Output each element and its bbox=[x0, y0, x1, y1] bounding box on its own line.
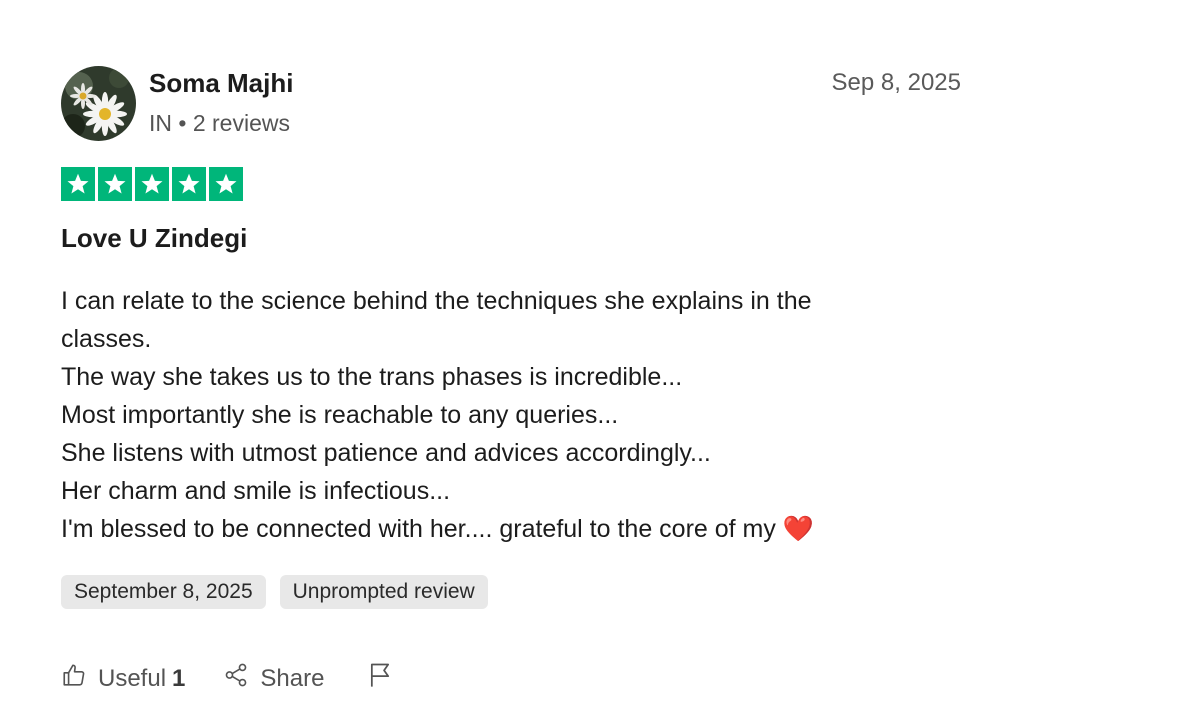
avatar[interactable] bbox=[61, 66, 136, 141]
review-body-line: I'm blessed to be connected with her....… bbox=[61, 515, 814, 543]
star-icon bbox=[98, 167, 132, 201]
report-button[interactable] bbox=[366, 661, 394, 696]
useful-label: Useful bbox=[98, 664, 167, 692]
reviewer-meta: IN • 2 reviews bbox=[149, 110, 290, 136]
star-icon bbox=[61, 167, 95, 201]
experience-date-chip: September 8, 2025 bbox=[61, 575, 266, 609]
useful-count: 1 bbox=[172, 664, 186, 692]
review-body-line: She listens with utmost patience and adv… bbox=[61, 439, 711, 467]
share-label: Share bbox=[260, 664, 325, 692]
star-icon bbox=[209, 167, 243, 201]
thumbs-up-icon bbox=[61, 662, 87, 695]
review-body-line: Her charm and smile is infectious... bbox=[61, 477, 451, 505]
review-actions: Useful 1 Share bbox=[61, 661, 394, 696]
review-title[interactable]: Love U Zindegi bbox=[61, 223, 247, 254]
useful-button[interactable]: Useful 1 bbox=[61, 662, 185, 695]
review-type-chip[interactable]: Unprompted review bbox=[279, 575, 488, 609]
review-body-line: Most importantly she is reachable to any… bbox=[61, 401, 619, 429]
star-rating bbox=[61, 167, 243, 201]
review-date: Sep 8, 2025 bbox=[831, 69, 961, 96]
review-body-line: I can relate to the science behind the t… bbox=[61, 287, 812, 315]
star-icon bbox=[135, 167, 169, 201]
review-body: I can relate to the science behind the t… bbox=[61, 282, 961, 548]
share-button[interactable]: Share bbox=[223, 662, 324, 695]
share-icon bbox=[223, 662, 249, 695]
flag-icon bbox=[366, 661, 394, 696]
review-body-line: classes. bbox=[61, 325, 152, 353]
reviewer-name[interactable]: Soma Majhi bbox=[149, 68, 293, 99]
star-icon bbox=[172, 167, 206, 201]
review-body-line: The way she takes us to the trans phases… bbox=[61, 363, 683, 391]
review-chips: September 8, 2025 Unprompted review bbox=[61, 575, 488, 609]
